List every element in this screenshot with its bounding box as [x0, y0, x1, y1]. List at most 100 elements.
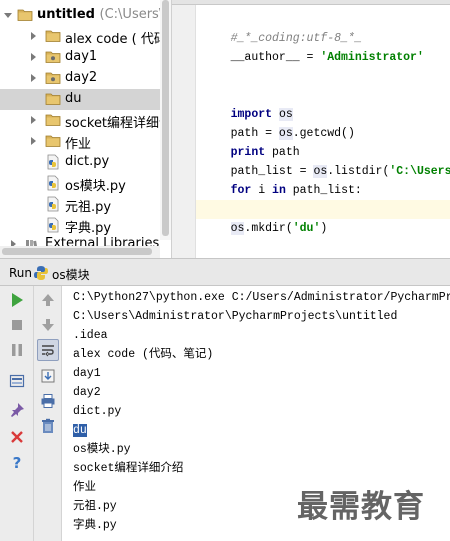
python-file-icon [45, 154, 61, 170]
soft-wrap-toggle[interactable] [37, 339, 59, 361]
code-line-8: path_list = os.listdir('C:\Users\Admini [203, 143, 450, 178]
scrollbar-thumb[interactable] [162, 0, 169, 236]
scroll-end-icon [41, 369, 55, 383]
console-line: os模块.py [73, 443, 131, 456]
print-button[interactable] [37, 390, 59, 412]
tree-item-label: alex code ( 代码. [65, 32, 171, 47]
tree-item-label: socket编程详细介 [65, 116, 172, 131]
help-button[interactable]: ? [6, 451, 28, 473]
code-editor[interactable]: #_*_coding:utf-8_*_ __author__ = 'Admini… [172, 0, 450, 258]
pause-icon [12, 344, 22, 356]
console-line: C:\Users\Administrator\PycharmProjects\u… [73, 310, 398, 323]
pin-tab-button[interactable] [6, 399, 28, 421]
tree-item-day1[interactable]: day1 [0, 47, 171, 68]
code-module: os [230, 222, 245, 235]
console-line: C:\Python27\python.exe C:/Users/Administ… [73, 291, 450, 304]
code-line-6: path = os.getcwd() [203, 105, 355, 140]
tree-vertical-scrollbar[interactable] [160, 0, 171, 240]
code-line-1: #_*_coding:utf-8_*_ [203, 10, 362, 45]
folder-icon [45, 133, 61, 149]
console-line-highlighted: du [73, 421, 87, 440]
rerun-button[interactable] [6, 289, 28, 311]
restore-layout-button[interactable] [6, 370, 28, 392]
arrow-down-icon [42, 319, 54, 331]
tree-item-label: os模块.py [65, 179, 126, 194]
chevron-right-icon[interactable] [28, 52, 38, 62]
tree-item-label: day1 [65, 49, 98, 64]
console-selection: du [73, 424, 87, 437]
chevron-right-icon[interactable] [28, 115, 38, 125]
chevron-right-icon[interactable] [28, 73, 38, 83]
console-line: socket编程详细介绍 [73, 462, 184, 475]
console-line: 字典.py [73, 519, 117, 532]
code-line-5: import os [203, 86, 293, 121]
console-line: day2 [73, 386, 101, 399]
python-file-icon [45, 196, 61, 212]
tree-root-untitled[interactable]: untitled (C:\Users\ [0, 5, 171, 26]
run-panel-title[interactable]: Run [9, 266, 32, 280]
tree-root-label: untitled (C:\Users\ [37, 7, 164, 22]
tree-item-label: du [65, 91, 82, 106]
console-line: 元祖.py [73, 500, 117, 513]
run-toolbar-primary: ? [0, 286, 34, 541]
arrow-up-icon [42, 294, 54, 306]
console-line: dict.py [73, 405, 122, 418]
stop-button[interactable] [6, 314, 28, 336]
clear-all-button[interactable] [37, 415, 59, 437]
tree-item-label: dict.py [65, 154, 110, 169]
pause-button[interactable] [6, 339, 28, 361]
code-text: .mkdir( [244, 222, 293, 235]
tree-item-day2[interactable]: day2 [0, 68, 171, 89]
svg-text:?: ? [13, 454, 22, 470]
tree-item-label: 元祖.py [65, 200, 112, 215]
python-file-icon [45, 217, 61, 233]
scroll-down-button[interactable] [37, 314, 59, 336]
tree-item-dict-py[interactable]: dict.py [0, 152, 171, 173]
folder-icon [45, 112, 61, 128]
python-icon [33, 265, 49, 281]
tree-item-du[interactable]: du [0, 89, 171, 110]
run-panel-header: Run os模块 [0, 258, 450, 286]
scroll-to-end-button[interactable] [37, 365, 59, 387]
editor-tab-strip[interactable] [172, 0, 450, 5]
run-config-name[interactable]: os模块 [52, 266, 90, 283]
tree-item-zidian-py[interactable]: 字典.py [0, 215, 171, 236]
folder-icon [17, 7, 33, 23]
close-button[interactable] [6, 426, 28, 448]
tree-item-yuanzu-py[interactable]: 元祖.py [0, 194, 171, 215]
code-string: 'C:\Users\Admini [389, 165, 450, 178]
code-line-9: for i in path_list: [203, 162, 362, 197]
scroll-up-button[interactable] [37, 289, 59, 311]
python-file-icon [45, 175, 61, 191]
project-tree-panel: untitled (C:\Users\ alex code ( 代码. day1… [0, 0, 172, 258]
pin-icon [11, 403, 24, 417]
code-text: ) [320, 222, 328, 235]
tree-item-label: 作业 [65, 137, 92, 152]
code-line-11-current: os.mkdir('du') [196, 200, 450, 235]
play-icon [12, 293, 23, 307]
scrollbar-thumb[interactable] [2, 248, 152, 255]
chevron-right-icon[interactable] [28, 136, 38, 146]
tree-item-socket[interactable]: socket编程详细介 [0, 110, 172, 131]
code-text: .getcwd() [292, 127, 355, 140]
tree-item-alex-code[interactable]: alex code ( 代码. [0, 26, 171, 47]
tree-item-os-py[interactable]: os模块.py [0, 173, 171, 194]
chevron-down-icon[interactable] [3, 10, 13, 20]
console-line: day1 [73, 367, 101, 380]
code-text: __author__ = [230, 51, 321, 64]
tree-horizontal-scrollbar[interactable] [0, 246, 160, 258]
tree-item-label: 字典.py [65, 221, 112, 236]
code-string: 'Administrator' [320, 51, 424, 64]
package-folder-icon [45, 70, 61, 86]
print-icon [41, 394, 55, 408]
package-folder-icon [45, 49, 61, 65]
help-icon: ? [13, 454, 22, 470]
code-line-7: print path [203, 124, 300, 159]
chevron-right-icon[interactable] [28, 31, 38, 41]
trash-icon [42, 418, 54, 433]
run-toolbar-secondary [34, 286, 62, 541]
tree-item-zuoye[interactable]: 作业 [0, 131, 171, 152]
editor-gutter [172, 5, 196, 258]
soft-wrap-icon [42, 345, 54, 357]
layout-icon [9, 374, 25, 388]
